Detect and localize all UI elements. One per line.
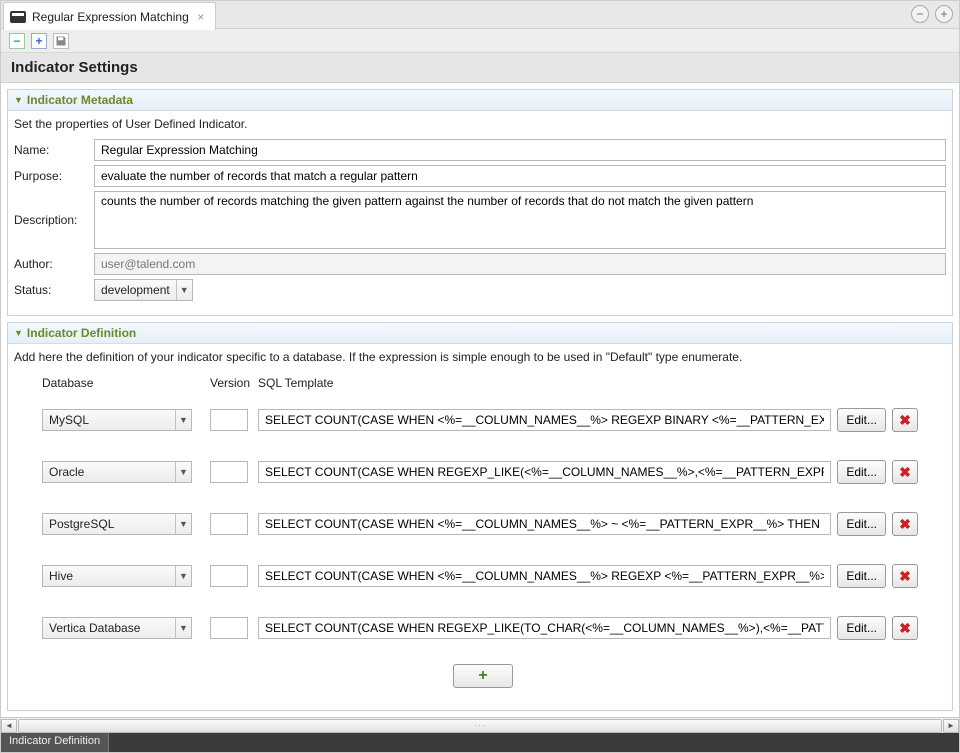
edit-button[interactable]: Edit...	[837, 616, 886, 640]
chevron-down-icon: ▼	[175, 566, 191, 586]
database-value: Vertica Database	[43, 621, 175, 635]
section-header-metadata[interactable]: ▼ Indicator Metadata	[8, 90, 952, 111]
delete-icon: ✖	[899, 412, 911, 429]
chevron-down-icon: ▼	[176, 280, 192, 300]
chevron-down-icon: ▼	[175, 618, 191, 638]
tab-title: Regular Expression Matching	[32, 10, 189, 24]
delete-button[interactable]: ✖	[892, 512, 918, 536]
app-window: Regular Expression Matching × − + − + In…	[0, 0, 960, 753]
label-status: Status:	[14, 283, 94, 297]
section-header-definition[interactable]: ▼ Indicator Definition	[8, 323, 952, 344]
label-author: Author:	[14, 257, 94, 271]
save-icon[interactable]	[53, 33, 69, 49]
database-combo[interactable]: MySQL ▼	[42, 409, 192, 431]
purpose-field[interactable]	[94, 165, 946, 187]
add-definition-button[interactable]: +	[453, 664, 513, 688]
database-combo[interactable]: Hive ▼	[42, 565, 192, 587]
edit-button[interactable]: Edit...	[837, 408, 886, 432]
section-description: Add here the definition of your indicato…	[14, 350, 946, 364]
twisty-icon: ▼	[14, 95, 23, 105]
delete-icon: ✖	[899, 620, 911, 637]
edit-button[interactable]: Edit...	[837, 460, 886, 484]
definition-row: Hive ▼ Edit... ✖	[42, 564, 918, 588]
name-field[interactable]	[94, 139, 946, 161]
author-field	[94, 253, 946, 275]
definition-row: Oracle ▼ Edit... ✖	[42, 460, 918, 484]
section-title: Indicator Definition	[27, 326, 136, 340]
version-field[interactable]	[210, 617, 248, 639]
col-version: Version	[210, 376, 258, 390]
section-description: Set the properties of User Defined Indic…	[14, 117, 946, 131]
definition-column-headers: Database Version SQL Template	[14, 372, 946, 396]
delete-icon: ✖	[899, 516, 911, 533]
close-icon[interactable]: ×	[195, 11, 207, 23]
sql-template-field[interactable]	[258, 513, 831, 535]
version-field[interactable]	[210, 409, 248, 431]
scroll-track[interactable]: ···	[17, 719, 943, 733]
version-field[interactable]	[210, 513, 248, 535]
page-heading: Indicator Settings	[1, 53, 959, 83]
tabbar-controls: − +	[911, 5, 953, 23]
sql-template-field[interactable]	[258, 565, 831, 587]
label-name: Name:	[14, 143, 94, 157]
delete-button[interactable]: ✖	[892, 460, 918, 484]
indicator-icon	[10, 11, 26, 23]
sql-template-field[interactable]	[258, 617, 831, 639]
scroll-right-arrow[interactable]: ►	[943, 719, 959, 733]
scroll-left-arrow[interactable]: ◄	[1, 719, 17, 733]
status-value: development	[95, 283, 176, 297]
editor-tabbar: Regular Expression Matching × − +	[1, 1, 959, 29]
minimize-button[interactable]: −	[911, 5, 929, 23]
twisty-icon: ▼	[14, 328, 23, 338]
tab-regex-matching[interactable]: Regular Expression Matching ×	[3, 2, 216, 30]
delete-icon: ✖	[899, 464, 911, 481]
definition-rows: MySQL ▼ Edit... ✖ Oracle ▼ Edit... ✖ Pos…	[14, 396, 946, 648]
section-indicator-definition: ▼ Indicator Definition Add here the defi…	[7, 322, 953, 711]
database-value: Hive	[43, 569, 175, 583]
description-field[interactable]	[94, 191, 946, 249]
database-combo[interactable]: PostgreSQL ▼	[42, 513, 192, 535]
database-value: Oracle	[43, 465, 175, 479]
delete-button[interactable]: ✖	[892, 408, 918, 432]
chevron-down-icon: ▼	[175, 514, 191, 534]
database-value: PostgreSQL	[43, 517, 175, 531]
col-sql: SQL Template	[258, 376, 918, 390]
status-combo[interactable]: development ▼	[94, 279, 193, 301]
plus-icon: +	[478, 667, 487, 685]
page-title: Indicator Settings	[11, 59, 949, 76]
collapse-all-icon[interactable]: −	[9, 33, 25, 49]
edit-button[interactable]: Edit...	[837, 564, 886, 588]
label-description: Description:	[14, 191, 94, 227]
delete-icon: ✖	[899, 568, 911, 585]
definition-row: Vertica Database ▼ Edit... ✖	[42, 616, 918, 640]
edit-button[interactable]: Edit...	[837, 512, 886, 536]
database-combo[interactable]: Oracle ▼	[42, 461, 192, 483]
col-database: Database	[42, 376, 210, 390]
chevron-down-icon: ▼	[175, 410, 191, 430]
section-indicator-metadata: ▼ Indicator Metadata Set the properties …	[7, 89, 953, 316]
definition-row: MySQL ▼ Edit... ✖	[42, 408, 918, 432]
maximize-button[interactable]: +	[935, 5, 953, 23]
sql-template-field[interactable]	[258, 409, 831, 431]
chevron-down-icon: ▼	[175, 462, 191, 482]
sql-template-field[interactable]	[258, 461, 831, 483]
database-combo[interactable]: Vertica Database ▼	[42, 617, 192, 639]
delete-button[interactable]: ✖	[892, 616, 918, 640]
horizontal-scrollbar[interactable]: ◄ ··· ►	[1, 717, 959, 733]
scroll-thumb[interactable]: ···	[18, 719, 942, 733]
status-active-section[interactable]: Indicator Definition	[1, 733, 109, 752]
version-field[interactable]	[210, 461, 248, 483]
floppy-icon	[55, 35, 67, 47]
content-area: ▼ Indicator Metadata Set the properties …	[1, 83, 959, 717]
section-title: Indicator Metadata	[27, 93, 133, 107]
database-value: MySQL	[43, 413, 175, 427]
status-bar: Indicator Definition	[1, 733, 959, 752]
label-purpose: Purpose:	[14, 169, 94, 183]
editor-toolbar: − +	[1, 29, 959, 53]
definition-row: PostgreSQL ▼ Edit... ✖	[42, 512, 918, 536]
delete-button[interactable]: ✖	[892, 564, 918, 588]
expand-all-icon[interactable]: +	[31, 33, 47, 49]
version-field[interactable]	[210, 565, 248, 587]
